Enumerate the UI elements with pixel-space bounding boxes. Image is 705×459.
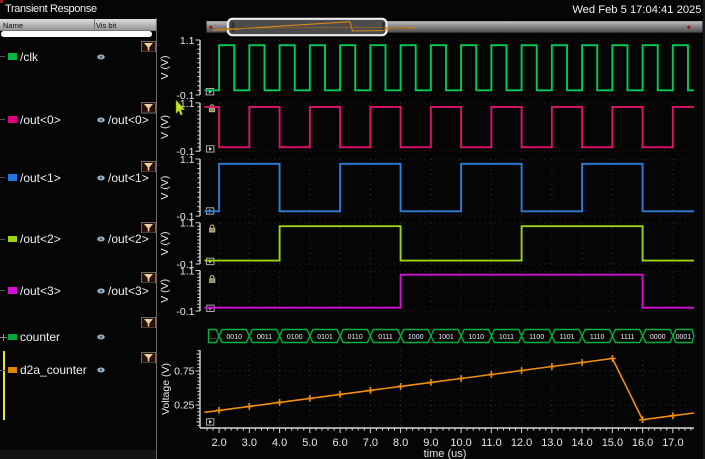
svg-text:15.0: 15.0 xyxy=(602,437,623,449)
svg-text:0011: 0011 xyxy=(257,334,272,341)
svg-text:17.0: 17.0 xyxy=(662,437,683,449)
svg-text:V (V): V (V) xyxy=(159,56,171,80)
svg-text:1101: 1101 xyxy=(559,334,574,341)
svg-text:1110: 1110 xyxy=(590,334,605,341)
svg-text:1111: 1111 xyxy=(620,334,634,341)
svg-text:0100: 0100 xyxy=(287,334,303,341)
svg-text:0.25: 0.25 xyxy=(174,400,195,412)
svg-text:1.1: 1.1 xyxy=(180,218,195,230)
svg-text:1.1: 1.1 xyxy=(180,154,195,166)
svg-text:12.0: 12.0 xyxy=(511,437,532,449)
svg-text:13.0: 13.0 xyxy=(541,437,562,449)
svg-text:2.0: 2.0 xyxy=(211,437,226,449)
svg-text:0111: 0111 xyxy=(378,334,393,341)
svg-text:1.1: 1.1 xyxy=(180,265,195,277)
svg-text:3.0: 3.0 xyxy=(242,437,257,449)
svg-text:0010: 0010 xyxy=(226,334,242,341)
svg-text:8.0: 8.0 xyxy=(393,437,408,449)
svg-text:0101: 0101 xyxy=(317,334,333,341)
svg-text:6.0: 6.0 xyxy=(332,437,347,449)
svg-text:0110: 0110 xyxy=(348,334,363,341)
svg-text:4.0: 4.0 xyxy=(272,437,287,449)
svg-text:V (V): V (V) xyxy=(159,115,171,139)
svg-text:16.0: 16.0 xyxy=(632,437,653,449)
svg-text:14.0: 14.0 xyxy=(571,437,592,449)
svg-text:Voltage (V): Voltage (V) xyxy=(160,363,172,415)
svg-text:-0.1: -0.1 xyxy=(176,306,194,318)
svg-text:5.0: 5.0 xyxy=(302,437,317,449)
svg-text:1011: 1011 xyxy=(499,334,514,341)
svg-text:0000: 0000 xyxy=(650,334,666,341)
svg-text:1001: 1001 xyxy=(438,334,454,341)
svg-text:V (V): V (V) xyxy=(159,231,171,255)
svg-text:7.0: 7.0 xyxy=(363,437,378,449)
svg-text:11.0: 11.0 xyxy=(481,437,502,449)
svg-text:V (V): V (V) xyxy=(159,176,171,200)
svg-text:0001: 0001 xyxy=(676,334,692,341)
svg-text:V (V): V (V) xyxy=(159,279,171,303)
svg-text:time (us): time (us) xyxy=(424,448,467,459)
svg-text:...: ... xyxy=(210,334,216,341)
svg-text:1100: 1100 xyxy=(529,334,544,341)
svg-text:0.75: 0.75 xyxy=(174,366,195,378)
svg-text:1.1: 1.1 xyxy=(180,35,195,47)
svg-text:1010: 1010 xyxy=(468,334,484,341)
svg-text:1000: 1000 xyxy=(408,334,424,341)
